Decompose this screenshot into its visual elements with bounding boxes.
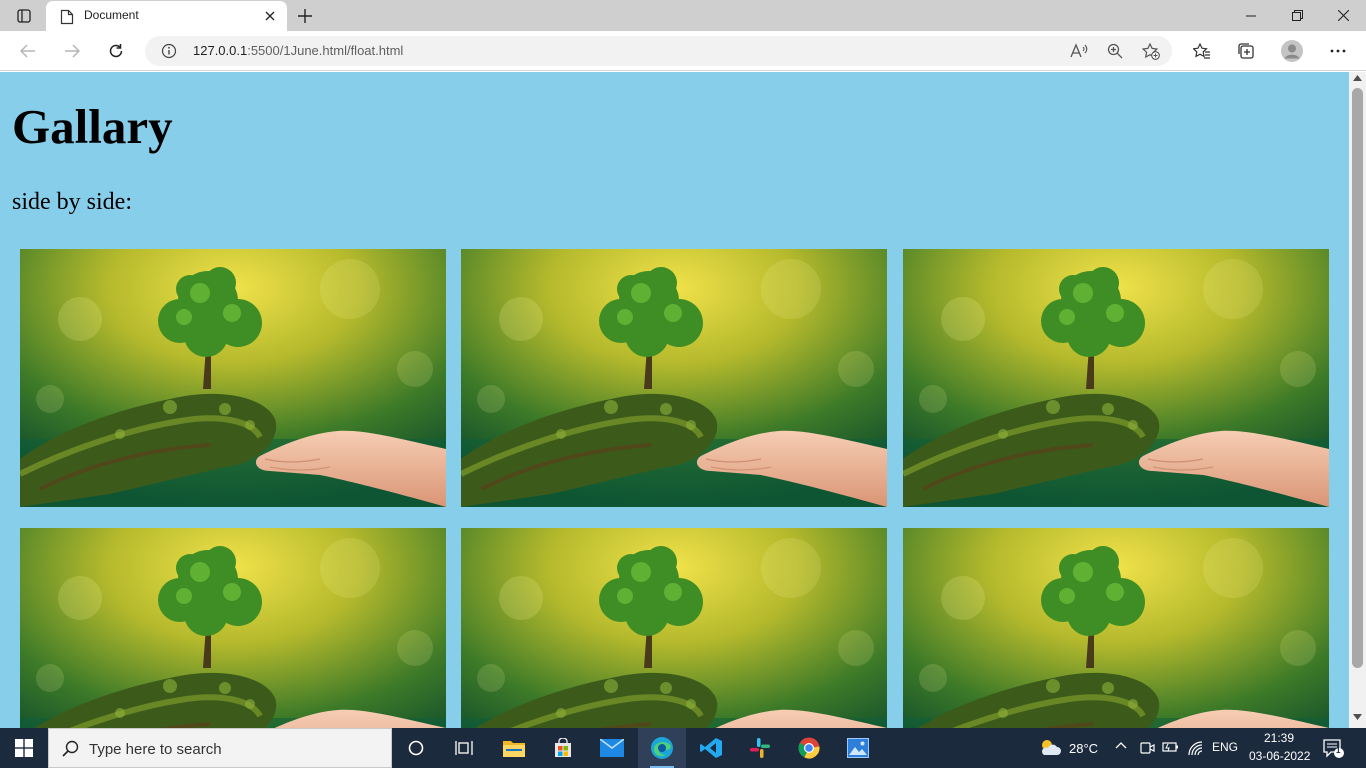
edge-icon (651, 737, 673, 759)
scroll-down-arrow-icon[interactable] (1353, 714, 1362, 720)
taskbar-file-explorer[interactable] (490, 728, 538, 768)
forward-button[interactable] (57, 36, 87, 66)
gallery-image-3 (903, 249, 1329, 507)
settings-menu-button[interactable] (1323, 36, 1353, 66)
taskbar-slack[interactable] (736, 728, 784, 768)
tab-strip: Document (0, 0, 1366, 31)
taskbar-chrome[interactable] (785, 728, 833, 768)
notifications-button[interactable]: 1 (1323, 739, 1345, 759)
more-icon (1330, 49, 1346, 53)
tree-in-hands-photo (20, 528, 446, 728)
url-host: 127.0.0.1 (193, 43, 248, 58)
profile-button[interactable] (1277, 36, 1307, 66)
clock-date[interactable]: 03-06-2022 (1249, 749, 1310, 763)
url-path: :5500/1June.html/float.html (247, 43, 404, 58)
read-aloud-icon (1070, 43, 1088, 58)
close-icon (1337, 10, 1349, 21)
forward-arrow-icon (65, 44, 80, 58)
cortana-button[interactable] (392, 728, 440, 768)
favorites-button[interactable] (1187, 36, 1217, 66)
tree-in-hands-photo (20, 249, 446, 507)
avatar-icon (1281, 40, 1303, 62)
star-add-icon (1142, 42, 1160, 60)
back-button[interactable] (13, 36, 43, 66)
tree-in-hands-photo (461, 249, 887, 507)
collections-button[interactable] (1231, 36, 1261, 66)
gallery-image-2 (461, 249, 887, 507)
vertical-scrollbar[interactable] (1349, 72, 1366, 728)
battery-icon[interactable] (1162, 740, 1180, 754)
document-icon (60, 9, 74, 25)
taskbar-search-box[interactable]: Type here to search (48, 728, 392, 768)
notification-count: 1 (1336, 746, 1341, 755)
url-text: 127.0.0.1:5500/1June.html/float.html (193, 43, 403, 58)
scrollbar-thumb[interactable] (1352, 88, 1363, 668)
store-icon (555, 738, 571, 757)
page-viewport: Gallary side by side: (0, 72, 1349, 728)
window-close-button[interactable] (1320, 0, 1366, 31)
taskbar-photos[interactable] (834, 728, 882, 768)
clock-time[interactable]: 21:39 (1264, 731, 1294, 745)
search-icon (62, 740, 79, 757)
zoom-icon (1107, 43, 1123, 59)
add-favorite-button[interactable] (1138, 39, 1164, 63)
gallery-image-5 (461, 528, 887, 728)
page-subtitle: side by side: (12, 189, 132, 215)
minimize-button[interactable] (1228, 0, 1274, 31)
address-bar[interactable]: 127.0.0.1:5500/1June.html/float.html (145, 36, 1172, 66)
notification-center-icon (1323, 739, 1344, 758)
back-arrow-icon (20, 44, 35, 58)
close-icon (265, 11, 275, 21)
browser-toolbar: 127.0.0.1:5500/1June.html/float.html (0, 31, 1366, 71)
cortana-icon (408, 740, 424, 756)
browser-tab[interactable]: Document (46, 1, 287, 31)
task-view-button[interactable] (440, 728, 488, 768)
page-title: Gallary (12, 99, 173, 154)
plus-icon (298, 9, 312, 23)
chevron-up-icon[interactable] (1115, 741, 1127, 749)
gallery-image-6 (903, 528, 1329, 728)
weather-temperature[interactable]: 28°C (1069, 741, 1098, 756)
chrome-icon (798, 737, 820, 759)
refresh-button[interactable] (101, 36, 131, 66)
taskbar-vscode[interactable] (687, 728, 735, 768)
tree-in-hands-photo (461, 528, 887, 728)
language-indicator[interactable]: ENG (1212, 740, 1238, 754)
start-button[interactable] (0, 728, 48, 768)
slack-icon (750, 738, 770, 758)
vscode-icon (700, 738, 722, 758)
restore-button[interactable] (1274, 0, 1320, 31)
tree-in-hands-photo (903, 528, 1329, 728)
windows-logo-icon (15, 739, 33, 757)
gallery-image-4 (20, 528, 446, 728)
new-tab-button[interactable] (292, 4, 318, 28)
task-view-icon (455, 741, 473, 755)
taskbar-edge[interactable] (638, 728, 686, 768)
site-info-icon[interactable] (161, 43, 177, 59)
tab-close-button[interactable] (261, 7, 279, 25)
tab-actions-button[interactable] (8, 5, 40, 27)
meet-now-icon[interactable] (1139, 740, 1155, 756)
scroll-up-arrow-icon[interactable] (1353, 75, 1362, 81)
wifi-icon[interactable] (1187, 740, 1205, 756)
favorites-icon (1193, 42, 1210, 59)
refresh-icon (109, 44, 123, 58)
taskbar-microsoft-store[interactable] (539, 728, 587, 768)
folder-icon (503, 741, 525, 757)
tab-actions-icon (17, 9, 31, 23)
tree-in-hands-photo (903, 249, 1329, 507)
weather-icon[interactable] (1038, 737, 1062, 757)
read-aloud-button[interactable] (1066, 39, 1092, 63)
zoom-button[interactable] (1102, 39, 1128, 63)
taskbar-mail[interactable] (588, 728, 636, 768)
taskbar: Type here to search 28°C ENG 21:39 03-06… (0, 728, 1366, 768)
collections-icon (1238, 43, 1254, 59)
gallery-image-1 (20, 249, 446, 507)
mail-icon (600, 739, 624, 757)
restore-icon (1291, 10, 1303, 21)
search-placeholder: Type here to search (89, 741, 222, 758)
tab-title: Document (84, 8, 139, 22)
minimize-icon (1246, 15, 1256, 16)
photos-icon (847, 738, 869, 758)
